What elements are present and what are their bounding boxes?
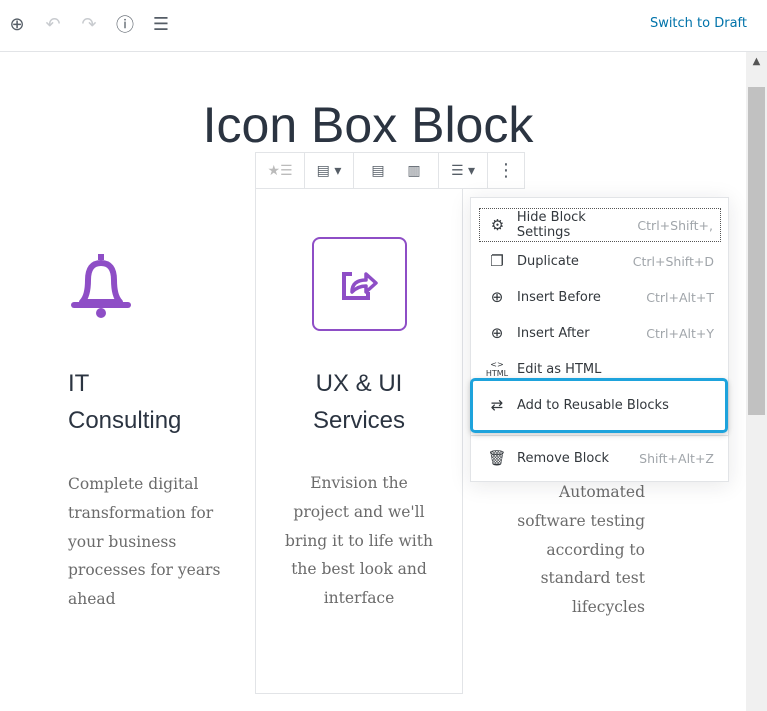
trash-icon: 🗑 bbox=[487, 449, 507, 467]
gear-icon: ⚙ bbox=[490, 216, 505, 234]
column-heading[interactable]: IT Consulting bbox=[68, 365, 181, 439]
column-text[interactable]: Envision the project and we'll bring it to… bbox=[255, 469, 463, 613]
share-icon bbox=[341, 272, 378, 300]
undo-icon[interactable]: ↶ bbox=[41, 12, 65, 36]
duplicate-icon: ❐ bbox=[490, 252, 504, 270]
info-icon[interactable]: ⓘ bbox=[113, 12, 137, 36]
align-right-icon[interactable]: ▥ bbox=[396, 163, 432, 179]
icon-box[interactable] bbox=[312, 237, 407, 331]
menu-item-duplicate[interactable]: ❐ Duplicate Ctrl+Shift+D bbox=[479, 244, 721, 278]
more-options-icon[interactable]: ⋮ bbox=[494, 160, 518, 181]
menu-item-insert-before[interactable]: ⊕ Insert Before Ctrl+Alt+T bbox=[479, 280, 721, 314]
menu-item-insert-after[interactable]: ⊕ Insert After Ctrl+Alt+Y bbox=[479, 316, 721, 350]
column-text[interactable]: Complete digital transformation for your b… bbox=[68, 470, 220, 614]
editor-header: ⊕ ↶ ↷ ⓘ ☰ Switch to Draft bbox=[0, 0, 767, 52]
align-left-icon[interactable]: ▤ bbox=[360, 163, 396, 179]
layout-dropdown-icon[interactable]: ▤ ▾ bbox=[311, 163, 347, 179]
insert-before-icon: ⊕ bbox=[490, 288, 504, 306]
column-heading[interactable]: UX & UI Services bbox=[255, 365, 463, 439]
block-type-icon[interactable]: ★☰ bbox=[262, 163, 298, 179]
menu-divider bbox=[471, 435, 728, 436]
text-align-dropdown-icon[interactable]: ☰ ▾ bbox=[445, 163, 481, 179]
outline-icon[interactable]: ☰ bbox=[149, 12, 173, 36]
menu-item-remove-block[interactable]: 🗑 Remove Block Shift+Alt+Z bbox=[479, 441, 721, 475]
block-settings-menu: ⚙ Hide Block Settings Ctrl+Shift+, ❐ Duplic… bbox=[470, 197, 729, 482]
bell-icon bbox=[71, 254, 131, 318]
redo-icon[interactable]: ↷ bbox=[77, 12, 101, 36]
menu-item-hide-block-settings[interactable]: ⚙ Hide Block Settings Ctrl+Shift+, bbox=[479, 208, 721, 242]
scrollbar-thumb[interactable] bbox=[748, 87, 765, 415]
add-block-icon[interactable]: ⊕ bbox=[5, 12, 29, 36]
switch-to-draft-button[interactable]: Switch to Draft bbox=[650, 16, 747, 31]
highlight-annotation bbox=[470, 378, 728, 433]
block-toolbar: ★☰ ▤ ▾ ▤ ▥ ☰ ▾ ⋮ bbox=[255, 152, 525, 189]
html-icon: <> HTML bbox=[485, 360, 509, 378]
page-title[interactable]: Icon Box Block bbox=[0, 96, 736, 154]
scrollbar[interactable]: ▲ bbox=[746, 52, 767, 711]
insert-after-icon: ⊕ bbox=[490, 324, 504, 342]
column-text[interactable]: Automated software testing according to sta… bbox=[470, 478, 645, 622]
scroll-up-icon[interactable]: ▲ bbox=[746, 52, 767, 72]
